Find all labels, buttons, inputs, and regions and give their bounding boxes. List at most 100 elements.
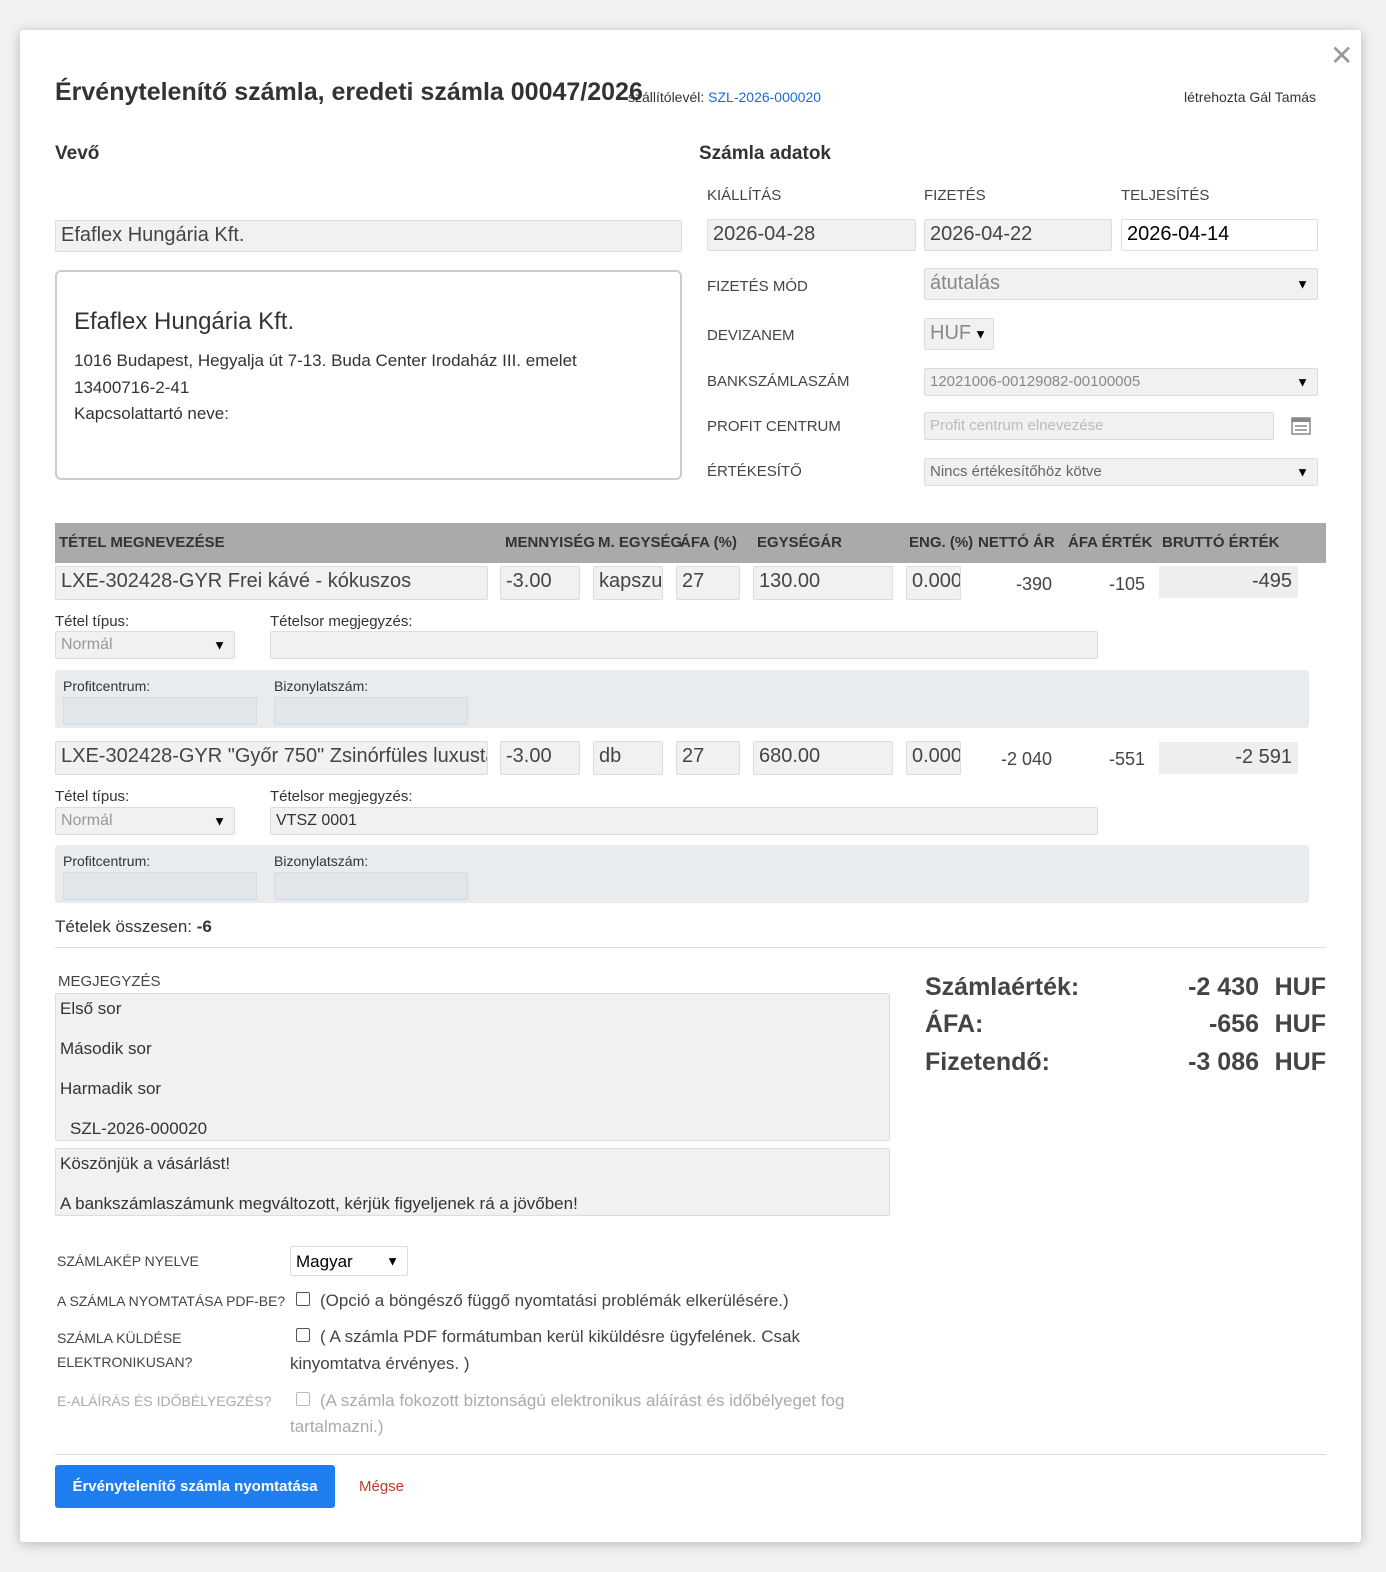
- doc-number-label: Bizonylatszám:: [274, 853, 369, 869]
- buyer-address: 1016 Budapest, Hegyalja út 7-13. Buda Ce…: [74, 351, 577, 370]
- language-select[interactable]: Magyar ▼: [290, 1246, 408, 1276]
- item-type-value: Normál: [61, 636, 113, 653]
- col-name: TÉTEL MEGNEVEZÉSE: [59, 534, 225, 551]
- item-name-input[interactable]: LXE-302428-GYR Frei kávé - kókuszos: [55, 566, 488, 600]
- email-description-line2: kinyomtatva érvényes. ): [290, 1354, 470, 1373]
- issue-date-field[interactable]: 2026-04-28: [707, 219, 916, 251]
- doc-number-input[interactable]: [274, 697, 468, 725]
- print-invoice-button[interactable]: Érvénytelenítő számla nyomtatása: [55, 1465, 335, 1508]
- item-vat-value: -551: [1108, 749, 1145, 769]
- payable-value: -3 086: [1188, 1048, 1259, 1076]
- payment-method-label: FIZETÉS MÓD: [707, 278, 808, 295]
- item-discount-input[interactable]: 0.000: [906, 566, 961, 600]
- item-note-input[interactable]: [270, 631, 1098, 659]
- item-type-select[interactable]: Normál ▼: [55, 631, 235, 659]
- email-checkbox[interactable]: [296, 1328, 310, 1342]
- item-extra-panel: Profitcentrum: Bizonylatszám:: [55, 670, 1309, 728]
- chevron-down-icon: ▼: [386, 1253, 399, 1269]
- col-qty: MENNYISÉG: [505, 534, 596, 551]
- col-unit-price: EGYSÉGÁR: [757, 534, 843, 551]
- item-vat-input[interactable]: 27: [676, 741, 740, 775]
- invoice-value-label: Számlaérték:: [925, 973, 1080, 1001]
- buyer-tax-id: 13400716-2-41: [74, 378, 190, 397]
- payment-date-field[interactable]: 2026-04-22: [924, 219, 1112, 251]
- profit-center-item-input[interactable]: [63, 697, 257, 725]
- item-qty-input[interactable]: -3.00: [500, 566, 580, 600]
- currency-select[interactable]: HUF ▼: [924, 318, 994, 350]
- col-unit: M. EGYSÉG: [598, 534, 683, 551]
- esign-label: E-ALÁÍRÁS ÉS IDŐBÉLYEGZÉS?: [57, 1393, 272, 1409]
- col-vat: ÁFA (%): [680, 534, 737, 551]
- delivery-link[interactable]: SZL-2026-000020: [708, 89, 821, 105]
- pdf-label: A SZÁMLA NYOMTATÁSA PDF-BE?: [57, 1293, 286, 1309]
- footer-note-textarea[interactable]: Köszönjük a vásárlást! A bankszámlaszámu…: [55, 1148, 890, 1216]
- divider: [55, 1454, 1326, 1455]
- item-type-select[interactable]: Normál ▼: [55, 807, 235, 835]
- profit-center-item-label: Profitcentrum:: [63, 678, 151, 694]
- item-gross: -495: [1159, 566, 1298, 598]
- note-line: Köszönjük a vásárlást!: [60, 1154, 231, 1173]
- item-note-input[interactable]: VTSZ 0001: [270, 807, 1098, 835]
- issue-date-label: KIÁLLÍTÁS: [707, 187, 782, 204]
- buyer-search-input[interactable]: Efaflex Hungária Kft.: [55, 220, 682, 252]
- delivery-label: szállítólevél:: [628, 89, 705, 105]
- esign-checkbox[interactable]: [296, 1392, 310, 1406]
- seller-value: Nincs értékesítőhöz kötve: [930, 463, 1102, 480]
- note-line: Első sor: [60, 999, 122, 1018]
- item-type-label: Tétel típus:: [55, 788, 130, 805]
- item-gross: -2 591: [1159, 742, 1298, 774]
- col-discount: ENG. (%): [909, 534, 974, 551]
- close-icon[interactable]: ✕: [1330, 42, 1353, 70]
- esign-description-line1: (A számla fokozott biztonságú elektronik…: [320, 1391, 845, 1410]
- profit-center-input[interactable]: Profit centrum elnevezése: [924, 412, 1274, 440]
- fulfillment-date-field[interactable]: 2026-04-14: [1121, 219, 1318, 251]
- payment-method-select[interactable]: átutalás ▼: [924, 268, 1318, 300]
- profit-center-item-input[interactable]: [63, 872, 257, 900]
- notes-label: MEGJEGYZÉS: [58, 973, 161, 990]
- pdf-checkbox[interactable]: [296, 1292, 310, 1306]
- invoice-value-currency: HUF: [1274, 973, 1326, 1001]
- list-icon[interactable]: [1291, 416, 1311, 436]
- doc-number-input[interactable]: [274, 872, 468, 900]
- profit-center-label: PROFIT CENTRUM: [707, 418, 841, 435]
- item-qty-input[interactable]: -3.00: [500, 741, 580, 775]
- item-unit-price-input[interactable]: 130.00: [753, 566, 893, 600]
- chevron-down-icon: ▼: [1296, 464, 1309, 480]
- cancel-button[interactable]: Mégse: [359, 1478, 404, 1495]
- buyer-heading: Vevő: [55, 143, 100, 164]
- item-note-label: Tételsor megjegyzés:: [270, 613, 413, 630]
- esign-description-line2: tartalmazni.): [290, 1417, 384, 1436]
- item-name-input[interactable]: LXE-302428-GYR "Győr 750" Zsinórfüles lu…: [55, 741, 488, 775]
- chevron-down-icon: ▼: [213, 637, 226, 653]
- vat-currency: HUF: [1274, 1010, 1326, 1038]
- payable-currency: HUF: [1274, 1048, 1326, 1076]
- email-description-line1: ( A számla PDF formátumban kerül kiküldé…: [320, 1327, 800, 1346]
- bank-account-select[interactable]: 12021006-00129082-00100005 ▼: [924, 368, 1318, 396]
- seller-select[interactable]: Nincs értékesítőhöz kötve ▼: [924, 458, 1318, 486]
- note-line: A bankszámlaszámunk megváltozott, kérjük…: [60, 1194, 578, 1213]
- doc-number-label: Bizonylatszám:: [274, 678, 369, 694]
- profit-center-item-label: Profitcentrum:: [63, 853, 151, 869]
- item-net: -390: [1015, 574, 1052, 594]
- items-total: Tételek összesen: -6: [55, 917, 212, 937]
- col-gross: BRUTTÓ ÉRTÉK: [1162, 534, 1280, 551]
- item-unit-price-input[interactable]: 680.00: [753, 741, 893, 775]
- note-line: SZL-2026-000020: [70, 1119, 208, 1138]
- items-total-label: Tételek összesen:: [55, 917, 193, 936]
- email-label-line2: ELEKTRONIKUSAN?: [57, 1354, 193, 1370]
- buyer-address-card: Efaflex Hungária Kft. 1016 Budapest, Heg…: [55, 270, 682, 480]
- item-extra-panel: Profitcentrum: Bizonylatszám:: [55, 845, 1309, 903]
- items-table-header: TÉTEL MEGNEVEZÉSE MENNYISÉG M. EGYSÉG ÁF…: [55, 523, 1326, 563]
- created-by: létrehozta Gál Tamás: [1184, 89, 1317, 105]
- chevron-down-icon: ▼: [1296, 374, 1309, 390]
- notes-textarea[interactable]: Első sor Második sor Harmadik sor SZL-20…: [55, 993, 890, 1141]
- item-discount-input[interactable]: 0.000: [906, 741, 961, 775]
- item-vat-value: -105: [1108, 574, 1145, 594]
- item-unit-input[interactable]: kapszula: [593, 566, 663, 600]
- email-label-line1: SZÁMLA KÜLDÉSE: [57, 1330, 182, 1346]
- item-unit-input[interactable]: db: [593, 741, 663, 775]
- payable-label: Fizetendő:: [925, 1048, 1050, 1076]
- seller-label: ÉRTÉKESÍTŐ: [707, 463, 802, 480]
- item-note-label: Tételsor megjegyzés:: [270, 788, 413, 805]
- item-vat-input[interactable]: 27: [676, 566, 740, 600]
